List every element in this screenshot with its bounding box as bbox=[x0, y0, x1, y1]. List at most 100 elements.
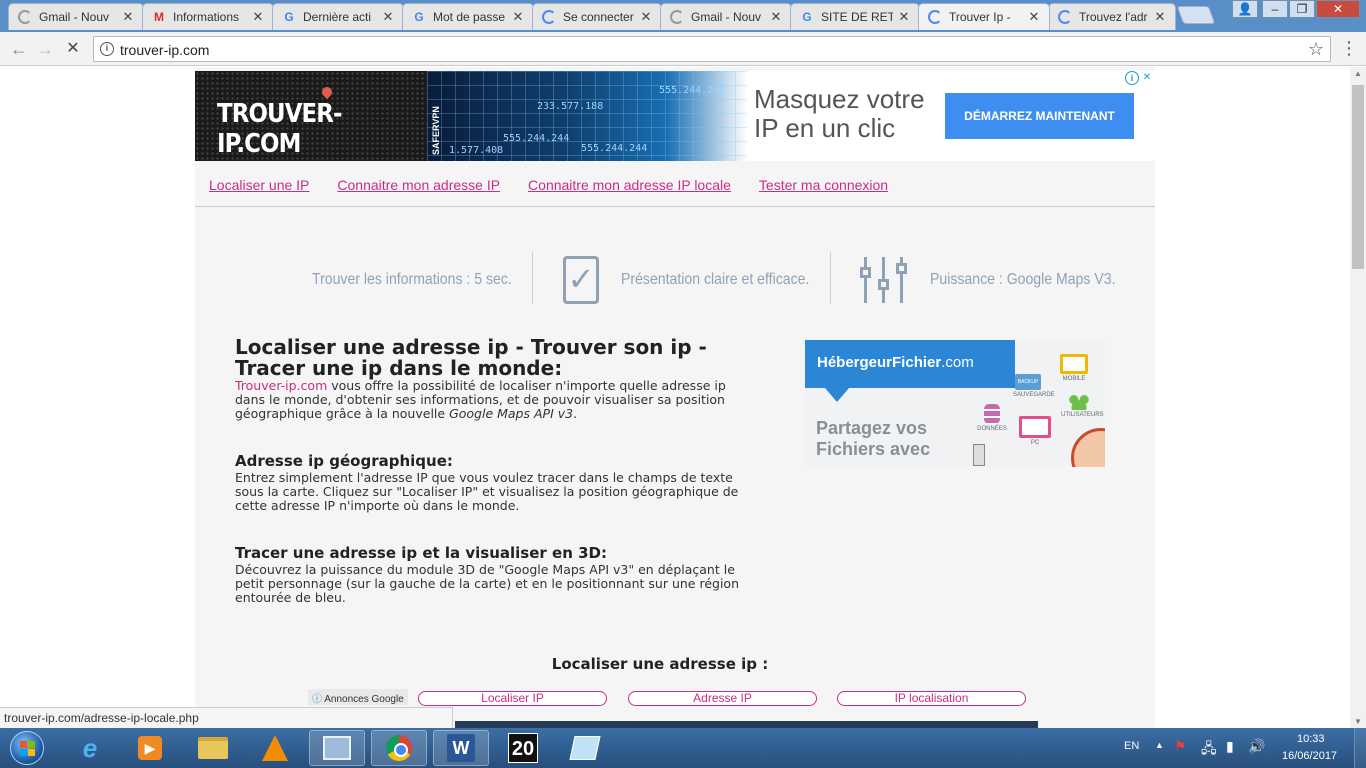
tab-gmail-1[interactable]: Gmail - Nouv ✕ bbox=[8, 3, 144, 30]
users-icon: UTILISATEURS bbox=[1061, 394, 1104, 418]
scroll-thumb[interactable] bbox=[1352, 85, 1364, 269]
section-heading-3d: Tracer une adresse ip et la visualiser e… bbox=[235, 544, 607, 562]
word-icon: W bbox=[447, 734, 475, 762]
browser-tab-strip: Gmail - Nouv ✕ M Informations ✕ G Derniè… bbox=[0, 0, 1366, 32]
taskbar-word[interactable]: W bbox=[433, 730, 489, 766]
bookmark-star-icon[interactable]: ☆ bbox=[1308, 39, 1324, 60]
show-desktop-button[interactable] bbox=[1354, 728, 1366, 768]
ad-info-icon: ⓘ bbox=[312, 694, 322, 705]
clock-time[interactable]: 10:33 bbox=[1297, 733, 1325, 745]
menu-link-localiser-ip[interactable]: Localiser une IP bbox=[209, 177, 309, 193]
control-panel-icon bbox=[323, 736, 351, 760]
url-text[interactable]: trouver-ip.com bbox=[120, 42, 209, 58]
ad-close-icon[interactable]: ✕ bbox=[1140, 71, 1154, 85]
menu-link-tester-connexion[interactable]: Tester ma connexion bbox=[759, 177, 888, 193]
close-icon[interactable]: ✕ bbox=[769, 9, 783, 25]
close-icon[interactable]: ✕ bbox=[121, 9, 135, 25]
localiser-ip-button[interactable]: Localiser IP bbox=[418, 691, 607, 706]
forward-arrow-icon[interactable]: → bbox=[34, 38, 56, 60]
page-viewport: TROUVER-IP.COM 555.244.244 233.577.188 5… bbox=[0, 67, 1350, 728]
battery-icon[interactable]: ▮ bbox=[1226, 738, 1234, 755]
taskbar-media-player[interactable]: ▶ bbox=[122, 730, 178, 766]
info-icon[interactable]: i bbox=[100, 42, 114, 56]
close-icon[interactable]: ✕ bbox=[1027, 9, 1041, 25]
sliders-icon bbox=[860, 256, 912, 303]
internet-explorer-icon: e bbox=[82, 732, 98, 763]
close-icon[interactable]: ✕ bbox=[251, 9, 265, 25]
taskbar-vlc[interactable] bbox=[247, 730, 303, 766]
tab-title: Se connecter bbox=[563, 10, 634, 24]
language-indicator[interactable]: EN bbox=[1124, 740, 1139, 752]
mobile-icon: MOBILE bbox=[1057, 354, 1091, 382]
banner-ad[interactable]: TROUVER-IP.COM 555.244.244 233.577.188 5… bbox=[195, 71, 1155, 161]
taskbar-chrome[interactable] bbox=[371, 730, 427, 766]
tab-informations[interactable]: M Informations ✕ bbox=[142, 3, 274, 30]
feature-power: Puissance : Google Maps V3. bbox=[860, 252, 1141, 307]
tab-gmail-2[interactable]: Gmail - Nouv ✕ bbox=[660, 3, 792, 30]
menu-dots-icon[interactable]: ⋮ bbox=[1340, 38, 1358, 59]
tab-title: Trouvez l'adr bbox=[1079, 10, 1148, 24]
stop-icon[interactable]: ✕ bbox=[62, 38, 84, 60]
flag-icon[interactable]: ⚑ bbox=[1174, 738, 1187, 755]
side-ad[interactable]: HébergeurFichier.com Partagez vos Fichie… bbox=[805, 340, 1105, 467]
banner-number: 233.577.188 bbox=[537, 101, 604, 112]
taskbar-control-panel[interactable] bbox=[309, 730, 365, 766]
tab-site-de-retr[interactable]: G SITE DE RETR ✕ bbox=[790, 3, 920, 30]
menu-link-mon-ip[interactable]: Connaitre mon adresse IP bbox=[337, 177, 500, 193]
ad-info-icon[interactable]: i bbox=[1125, 71, 1139, 85]
tab-trouvez-adresse[interactable]: Trouvez l'adr ✕ bbox=[1048, 3, 1176, 30]
close-icon[interactable]: ✕ bbox=[639, 9, 653, 25]
start-now-button[interactable]: DÉMARREZ MAINTENANT bbox=[945, 93, 1134, 139]
minimize-button[interactable]: – bbox=[1262, 0, 1288, 18]
clock-date[interactable]: 16/06/2017 bbox=[1282, 750, 1337, 762]
google-ads-label[interactable]: ⓘ Annonces Google bbox=[308, 689, 408, 705]
window-close-button[interactable]: ✕ bbox=[1316, 0, 1360, 18]
back-arrow-icon[interactable]: ← bbox=[8, 38, 30, 60]
windows-logo-icon bbox=[10, 731, 44, 765]
start-button[interactable] bbox=[2, 728, 52, 768]
tab-title: SITE DE RETR bbox=[821, 10, 893, 24]
taskbar-ie[interactable]: e bbox=[62, 730, 118, 766]
loading-icon bbox=[541, 9, 557, 25]
close-icon[interactable]: ✕ bbox=[381, 9, 395, 25]
site-link[interactable]: Trouver-ip.com bbox=[235, 378, 327, 393]
chrome-icon bbox=[386, 735, 412, 761]
taskbar-notepad[interactable] bbox=[557, 730, 613, 766]
scroll-up-icon[interactable]: ▲ bbox=[1354, 69, 1362, 78]
close-icon[interactable]: ✕ bbox=[897, 9, 911, 25]
ip-localisation-button[interactable]: IP localisation bbox=[837, 691, 1026, 706]
maximize-button[interactable]: ❐ bbox=[1289, 0, 1315, 18]
taskbar-explorer[interactable] bbox=[185, 730, 241, 766]
banner-number: 1.577.408 bbox=[449, 145, 504, 156]
logo-text: TROUVER-IP.COM bbox=[217, 99, 343, 159]
tab-mot-de-passe[interactable]: G Mot de passe ✕ bbox=[402, 3, 534, 30]
google-icon: G bbox=[414, 10, 424, 24]
scroll-down-icon[interactable]: ▼ bbox=[1354, 717, 1362, 726]
tab-trouver-ip[interactable]: Trouver Ip - ✕ bbox=[918, 3, 1050, 30]
tab-title: Gmail - Nouv bbox=[39, 10, 110, 24]
ad-choices[interactable]: i ✕ bbox=[1125, 71, 1155, 85]
new-tab-button[interactable] bbox=[1176, 6, 1216, 24]
tab-se-connecter[interactable]: Se connecter ✕ bbox=[532, 3, 662, 30]
network-icon[interactable]: 🖧 bbox=[1201, 738, 1217, 762]
ad-brand-name: HébergeurFichier bbox=[817, 354, 942, 371]
taskbar-20minutes[interactable]: 20 bbox=[495, 730, 551, 766]
google-icon: G bbox=[802, 10, 812, 24]
close-icon[interactable]: ✕ bbox=[511, 9, 525, 25]
tray-arrow-icon[interactable]: ▲ bbox=[1155, 740, 1164, 750]
close-icon[interactable]: ✕ bbox=[1153, 9, 1167, 25]
volume-icon[interactable]: 🔊 bbox=[1248, 738, 1265, 755]
site-logo[interactable]: TROUVER-IP.COM bbox=[195, 71, 427, 161]
menu-link-ip-locale[interactable]: Connaitre mon adresse IP locale bbox=[528, 177, 731, 193]
address-bar[interactable]: i trouver-ip.com ☆ bbox=[93, 36, 1331, 62]
status-bar-url: trouver-ip.com/adresse-ip-locale.php bbox=[0, 707, 453, 728]
adresse-ip-button[interactable]: Adresse IP bbox=[628, 691, 817, 706]
user-icon[interactable]: 👤 bbox=[1232, 0, 1258, 18]
ad-brand: HébergeurFichier.com bbox=[805, 340, 1015, 388]
vertical-scrollbar[interactable]: ▲ ▼ bbox=[1350, 67, 1366, 728]
ads-label-text: Annonces Google bbox=[324, 694, 404, 705]
tab-derniere-activite[interactable]: G Dernière acti ✕ bbox=[272, 3, 404, 30]
intro-end: . bbox=[573, 406, 578, 421]
tab-title: Mot de passe bbox=[433, 10, 506, 24]
banner-graphic: 555.244.244 233.577.188 555.244.244 555.… bbox=[427, 71, 747, 161]
